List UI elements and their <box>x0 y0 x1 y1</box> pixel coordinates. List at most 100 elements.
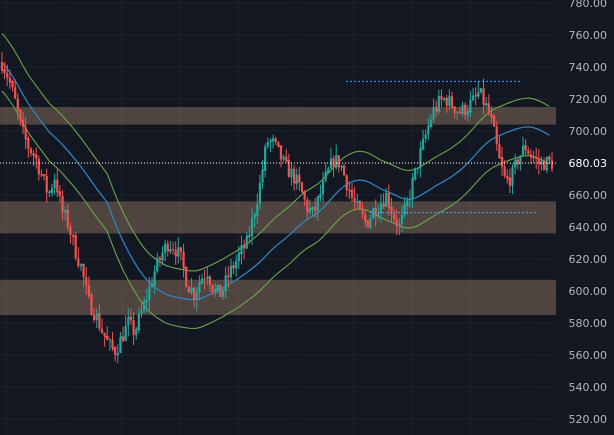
candle-body <box>95 314 98 321</box>
candle-body <box>50 187 54 192</box>
candle-body <box>208 277 211 286</box>
candle-body <box>135 329 138 336</box>
candle-body <box>543 160 546 171</box>
candle-body <box>14 87 17 99</box>
candle-body <box>248 236 251 238</box>
candle-body <box>298 174 301 183</box>
candle-body <box>295 174 298 183</box>
candle-body <box>250 218 254 237</box>
candle-body <box>424 134 427 139</box>
candle-body <box>85 277 88 286</box>
candle-body <box>21 119 25 128</box>
candle-body <box>382 204 385 207</box>
candle-body <box>282 156 285 160</box>
candle-body <box>35 155 38 159</box>
candle-body <box>171 249 175 251</box>
candle-body <box>264 146 267 170</box>
candle-body <box>335 155 338 167</box>
price-tick-label: 580.00 <box>569 317 608 330</box>
price-tick-label: 720.00 <box>569 93 608 106</box>
price-tick-label: 520.00 <box>569 413 608 426</box>
candle-body <box>237 253 240 262</box>
candle-body <box>514 160 517 168</box>
candle-body <box>300 182 304 193</box>
candle-body <box>500 158 504 167</box>
candle-body <box>535 157 538 159</box>
candle-body <box>361 209 364 215</box>
candle-body <box>166 243 169 251</box>
candle-body <box>16 98 19 111</box>
candle-body <box>43 174 46 177</box>
candle-body <box>153 271 156 285</box>
candle-body <box>6 73 9 78</box>
candle-body <box>471 95 475 101</box>
candle-body <box>429 119 433 127</box>
candle-body <box>377 213 380 217</box>
candle-body <box>235 261 238 269</box>
candle-body <box>37 158 40 175</box>
price-tick-label: 640.00 <box>569 221 608 234</box>
candle-body <box>290 168 293 178</box>
candle-body <box>437 95 440 111</box>
candle-body <box>61 195 64 213</box>
candle-body <box>29 148 33 154</box>
candle-body <box>229 266 233 278</box>
candle-body <box>395 219 398 226</box>
candle-body <box>137 313 140 330</box>
candle-body <box>243 245 246 249</box>
candle-body <box>232 266 235 269</box>
candle-body <box>106 336 109 340</box>
candle-body <box>550 160 554 169</box>
candle-body <box>432 107 435 120</box>
candle-body <box>56 179 59 193</box>
candle-body <box>145 300 148 302</box>
candle-body <box>156 257 159 272</box>
candle-body <box>74 236 77 259</box>
candle-body <box>198 282 201 293</box>
candle-body <box>371 208 375 219</box>
candle-body <box>393 213 396 220</box>
candle-body <box>314 206 317 211</box>
candle-body <box>27 138 30 149</box>
price-chart[interactable]: 780.00 760.00 740.00 720.00 700.00 660.00 640.… <box>0 0 614 435</box>
price-zone <box>0 107 556 125</box>
candle-body <box>516 160 519 165</box>
candle-body <box>532 156 535 158</box>
candle-body <box>143 301 146 311</box>
candle-body <box>319 193 322 197</box>
candle-body <box>121 337 125 341</box>
candle-body <box>321 180 325 194</box>
candle-body <box>427 126 430 135</box>
candle-body <box>11 82 14 88</box>
candle-body <box>345 175 348 190</box>
candle-body <box>445 98 448 106</box>
candle-body <box>129 317 133 321</box>
price-tick-label: 780.00 <box>569 0 608 10</box>
candle-body <box>411 178 414 199</box>
candle-body <box>545 157 548 171</box>
candle-body <box>211 285 214 292</box>
candle-body <box>366 221 369 228</box>
candle-body <box>119 337 122 353</box>
price-axis[interactable]: 780.00 760.00 740.00 720.00 700.00 660.00 640.… <box>558 0 614 426</box>
candle-body <box>127 317 130 326</box>
price-tick-label: 760.00 <box>569 29 608 42</box>
candle-body <box>240 245 243 254</box>
candle-body <box>511 167 514 186</box>
candle-body <box>524 146 527 151</box>
candle-body <box>379 204 383 214</box>
candle-body <box>453 107 456 113</box>
candle-body <box>469 100 472 112</box>
candle-body <box>485 103 488 105</box>
price-tick-label: 660.00 <box>569 189 608 202</box>
candle-body <box>358 201 361 210</box>
candle-body <box>450 96 454 108</box>
candle-body <box>164 243 167 253</box>
candle-body <box>182 251 185 268</box>
candle-body <box>495 126 498 145</box>
candle-body <box>116 352 119 356</box>
candle-body <box>440 95 443 100</box>
candle-body <box>369 218 372 228</box>
candle-body <box>0 62 4 71</box>
candle-body <box>169 249 172 251</box>
